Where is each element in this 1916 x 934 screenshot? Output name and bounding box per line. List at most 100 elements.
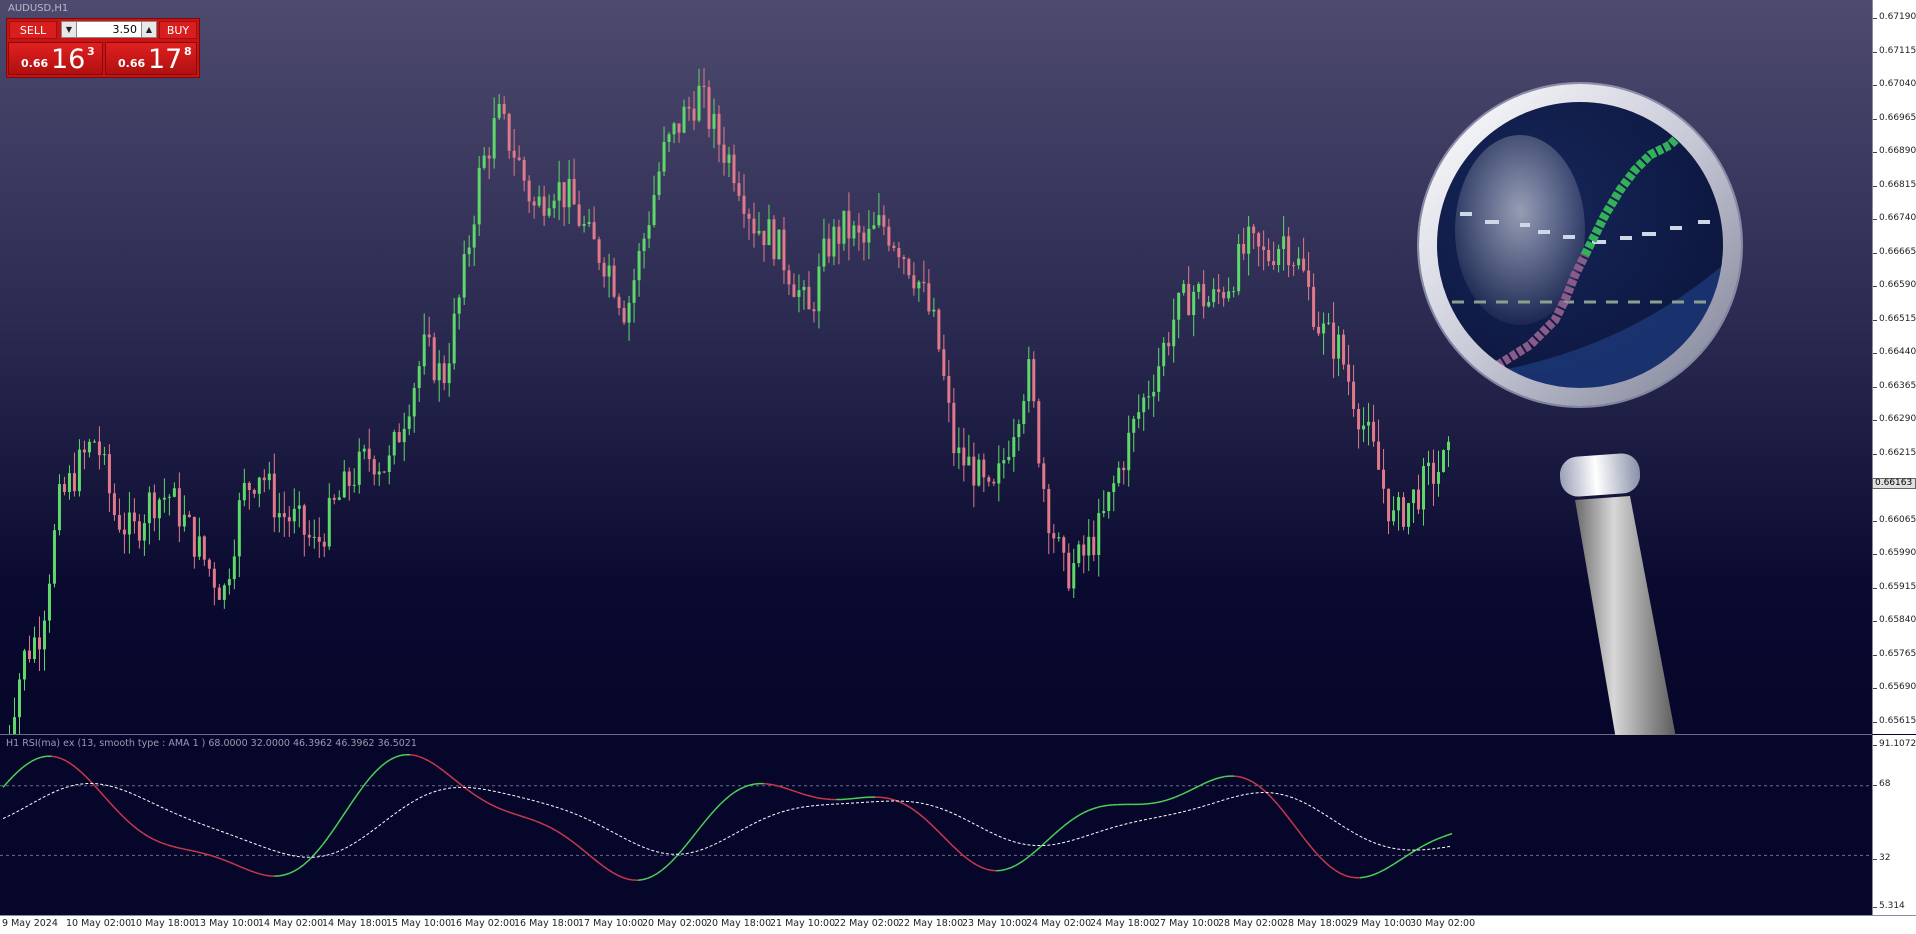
rsi-axis-label: 68 (1879, 779, 1890, 789)
rsi-line-segment (110, 802, 115, 807)
rsi-line-segment (909, 807, 914, 810)
candle-body (977, 460, 980, 486)
candle-body (947, 376, 950, 403)
candle-body (523, 160, 526, 181)
candle-body (483, 156, 486, 168)
candle-body (188, 515, 191, 517)
rsi-line-segment (604, 867, 609, 870)
candle-body (603, 263, 606, 277)
rsi-line-segment (396, 755, 401, 757)
rsi-line-segment (352, 795, 357, 802)
candle-body (423, 335, 426, 367)
rsi-line-segment (943, 836, 948, 841)
candle-body (1232, 291, 1235, 292)
candle-body (902, 257, 905, 259)
rsi-line-segment (459, 783, 464, 787)
rsi-line-segment (919, 814, 924, 818)
candle-body (787, 270, 790, 284)
rsi-line-segment (410, 755, 415, 756)
candle-body (1197, 284, 1200, 292)
candle-body (223, 585, 226, 600)
rsi-axis-label: 32 (1879, 853, 1890, 863)
lot-increase-button[interactable]: ▲ (141, 21, 157, 38)
rsi-line-segment (357, 789, 362, 796)
candle-body (418, 366, 421, 388)
candle-body (1147, 396, 1150, 397)
candle-body (508, 114, 511, 151)
rsi-line-segment (197, 852, 202, 853)
candle-body (1237, 244, 1240, 291)
candle-body (243, 483, 246, 500)
rsi-line-segment (299, 865, 304, 869)
time-axis-label: 30 May 02:00 (1410, 918, 1475, 929)
buy-button[interactable]: BUY (159, 21, 197, 39)
rsi-line-segment (890, 799, 895, 800)
sell-price-small: 0.66 (21, 57, 48, 70)
rsi-line-segment (279, 875, 284, 876)
rsi-line-segment (371, 771, 376, 776)
rsi-line-segment (526, 818, 531, 820)
candle-body (1077, 545, 1080, 564)
candle-body (263, 478, 266, 481)
buy-price-box[interactable]: 0.66 17 8 (105, 42, 197, 75)
lot-decrease-button[interactable]: ▼ (61, 21, 77, 38)
candle-body (113, 493, 116, 515)
candle-body (578, 204, 581, 225)
sell-price-box[interactable]: 0.66 16 3 (8, 42, 103, 75)
candle-body (957, 448, 960, 454)
rsi-line-segment (662, 866, 667, 870)
rsi-line-segment (972, 862, 977, 865)
time-axis[interactable]: 9 May 202410 May 02:0010 May 18:0013 May… (0, 915, 1916, 934)
candle-body (573, 179, 576, 205)
rsi-line-segment (415, 755, 420, 756)
rsi-line-segment (1224, 776, 1229, 777)
rsi-line-segment (1001, 869, 1006, 870)
candle-body (438, 363, 441, 380)
rsi-line-segment (793, 791, 798, 793)
rsi-line-segment (1176, 795, 1181, 797)
candle-body (718, 114, 721, 145)
time-axis-label: 9 May 2024 (2, 918, 58, 929)
time-axis-label: 13 May 10:00 (194, 918, 259, 929)
rsi-line-segment (924, 818, 929, 822)
candle-body (932, 310, 935, 312)
candle-body (972, 457, 975, 486)
rsi-line-segment (1350, 877, 1355, 878)
candle-body (1017, 424, 1020, 437)
rsi-line-segment (585, 851, 590, 855)
rsi-axis[interactable]: 91.107268325.314 (1872, 735, 1916, 915)
rsi-chart (0, 735, 1872, 915)
candle-body (872, 225, 875, 229)
candle-body (907, 259, 910, 275)
candle-body (1212, 289, 1215, 302)
candle-body (433, 337, 436, 380)
lot-size-value[interactable]: 3.50 (79, 23, 137, 36)
rsi-line-segment (1079, 813, 1084, 816)
candle-body (1362, 426, 1365, 430)
candle-body (278, 513, 281, 517)
rsi-line-segment (701, 821, 706, 827)
candle-body (1302, 259, 1305, 271)
rsi-line-segment (260, 874, 265, 875)
rsi-line-segment (202, 853, 207, 854)
candle-body (822, 239, 825, 267)
candle-body (118, 515, 121, 530)
rsi-line-segment (1156, 802, 1161, 803)
rsi-line-segment (284, 874, 289, 875)
rsi-line-segment (221, 859, 226, 861)
candle-body (1117, 468, 1120, 483)
rsi-line-segment (769, 784, 774, 785)
candle-body (802, 287, 805, 290)
candle-body (378, 472, 381, 475)
candle-body (847, 211, 850, 239)
candle-body (767, 219, 770, 245)
candle-body (218, 588, 221, 600)
candle-body (1207, 302, 1210, 306)
candle-body (543, 197, 546, 216)
rsi-indicator-panel[interactable] (0, 735, 1872, 915)
candle-body (383, 472, 386, 473)
candle-body (792, 284, 795, 297)
candle-body (203, 536, 206, 559)
sell-button[interactable]: SELL (9, 21, 57, 39)
price-axis[interactable]: 0.671900.671150.670400.669650.668900.668… (1872, 0, 1916, 734)
